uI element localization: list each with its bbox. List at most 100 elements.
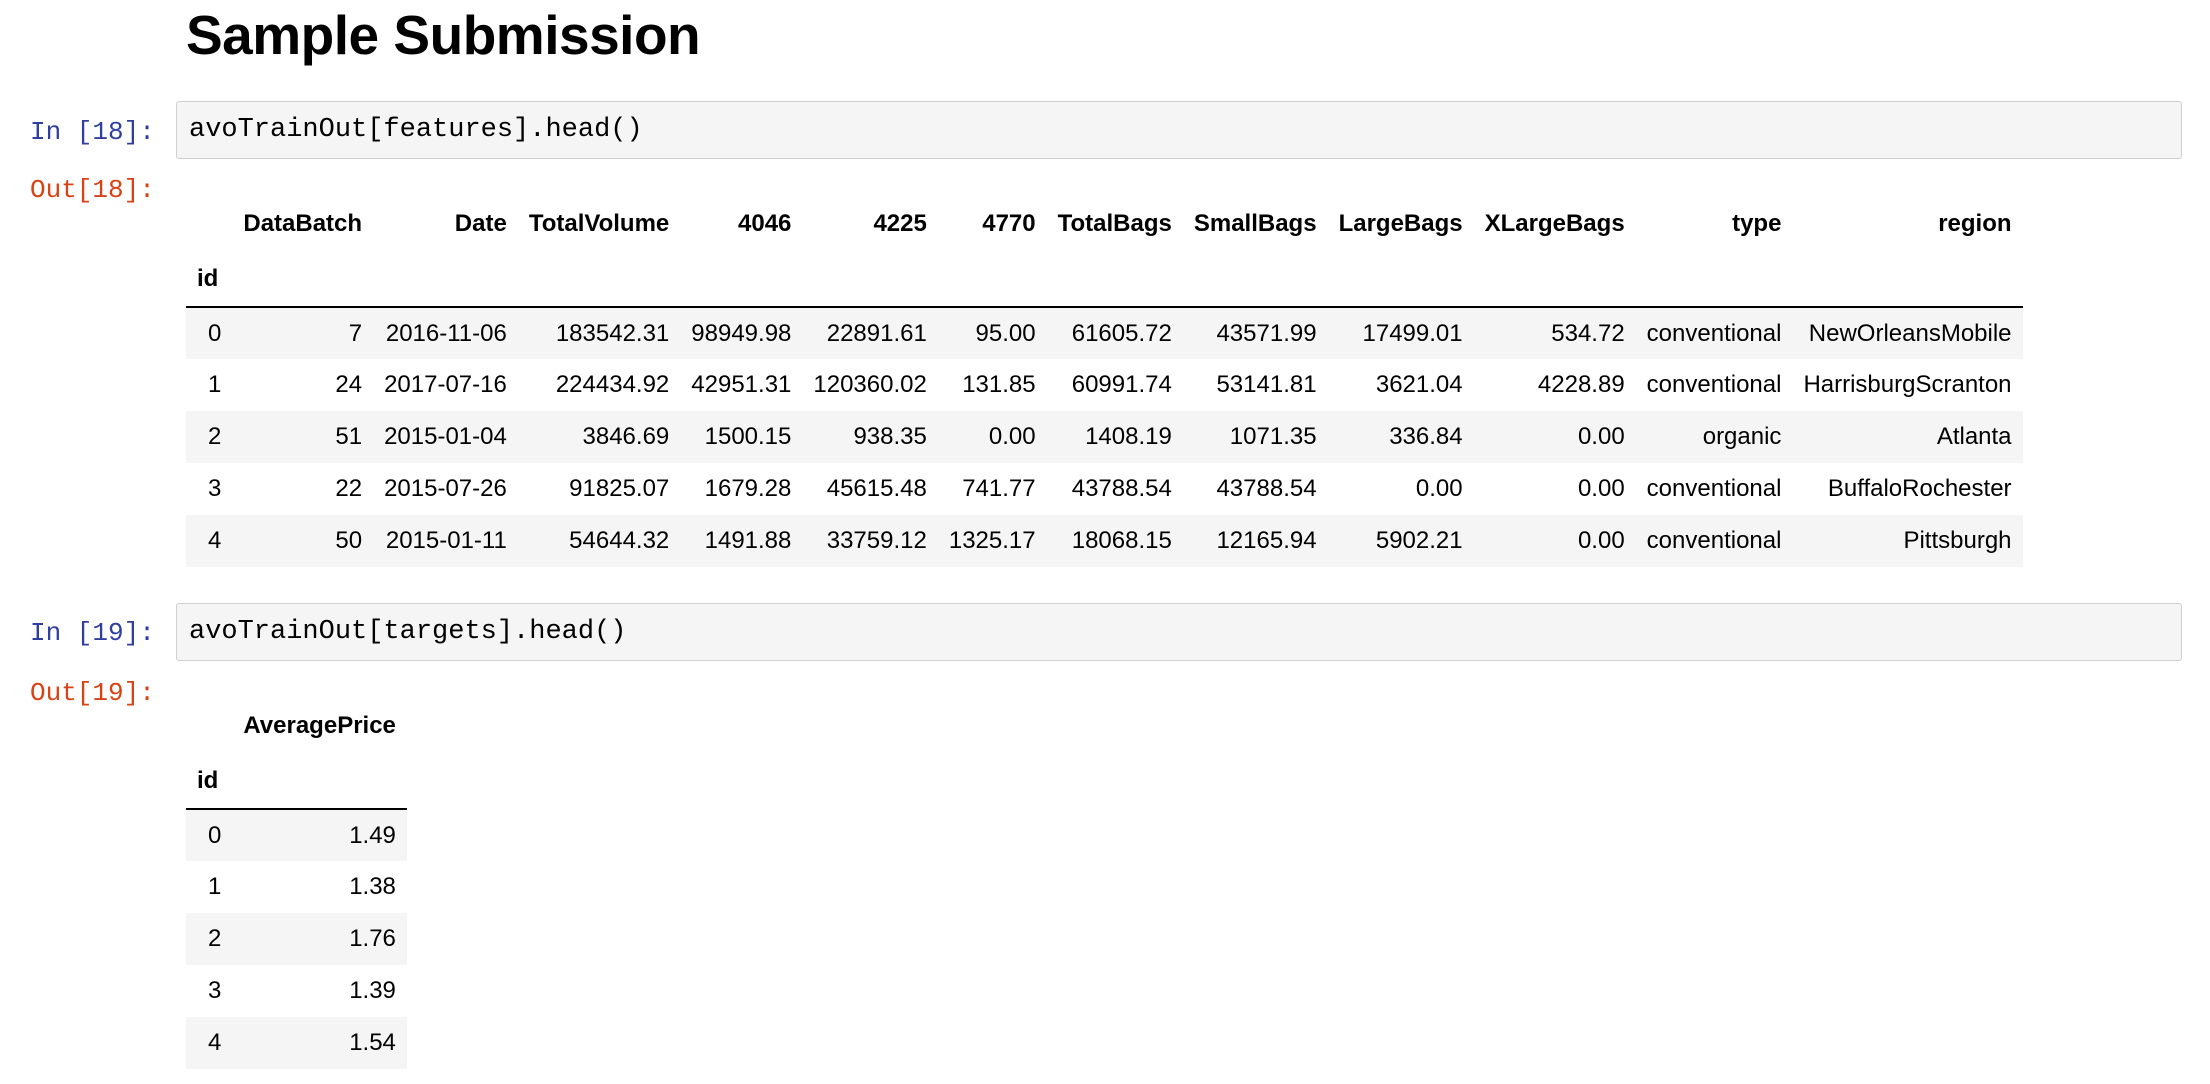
- table-cell: 43788.54: [1071, 475, 1172, 502]
- table-cell: 18068.15: [1071, 527, 1172, 554]
- index-name: id: [186, 252, 233, 308]
- table-cell: 1325.17: [948, 527, 1036, 554]
- table-cell: 1071.35: [1229, 423, 1317, 450]
- table-cell: 1.39: [349, 977, 396, 1004]
- table-cell: 1.38: [349, 873, 396, 900]
- table-row: 0 1.49: [186, 809, 407, 861]
- column-header: AveragePrice: [243, 712, 396, 739]
- column-header: LargeBags: [1338, 210, 1463, 237]
- table-cell: 17499.01: [1362, 319, 1463, 347]
- table-cell: 42951.31: [691, 371, 792, 398]
- column-header: XLargeBags: [1484, 210, 1625, 237]
- table-cell: 0.00: [988, 423, 1036, 450]
- table-cell: 1491.88: [704, 527, 792, 554]
- table-cell: NewOrleansMobile: [1808, 319, 2012, 347]
- dataframe-features: DataBatch Date TotalVolume 4046 4225 4770 Tota…: [186, 196, 2023, 567]
- table-row: 4 50 2015-01-11 54644.32 1491.88 33759.12 1325…: [186, 515, 2023, 567]
- table-cell: 22: [335, 475, 363, 502]
- table-cell: 53141.81: [1216, 371, 1317, 398]
- index-row-blank: [1327, 252, 1474, 308]
- table-cell: 60991.74: [1071, 371, 1172, 398]
- index-row-blank: [1182, 252, 1328, 308]
- column-header: 4046: [738, 210, 792, 237]
- index-row-blank: [517, 252, 681, 308]
- out-prompt-18: Out[18]:: [30, 175, 155, 205]
- table-cell: 43571.99: [1216, 319, 1317, 347]
- row-index: 3: [208, 475, 222, 502]
- column-header: SmallBags: [1193, 210, 1317, 237]
- table-cell: conventional: [1646, 475, 1782, 502]
- table-cell: 45615.48: [826, 475, 927, 502]
- table-cell: 98949.98: [691, 319, 792, 347]
- column-header: TotalVolume: [528, 210, 670, 237]
- table-cell: organic: [1702, 423, 1782, 450]
- table-cell: 0.00: [1577, 475, 1625, 502]
- table-cell: 5902.21: [1375, 527, 1463, 554]
- table-cell: 43788.54: [1216, 475, 1317, 502]
- table-cell: HarrisburgScranton: [1803, 371, 2012, 398]
- code-input-19[interactable]: avoTrainOut[targets].head(): [176, 603, 2182, 661]
- table-cell: 0.00: [1577, 423, 1625, 450]
- code-text-19[interactable]: avoTrainOut[targets].head(): [189, 617, 626, 647]
- table-cell: 1500.15: [704, 423, 792, 450]
- table-cell: 2015-07-26: [384, 475, 507, 502]
- table-cell: Atlanta: [1936, 423, 2012, 450]
- row-index: 4: [208, 527, 222, 554]
- table-cell: 938.35: [853, 423, 927, 450]
- dataframe-targets: AveragePrice id 0 1.49 1 1.38 2 1.76 3 1.39 4 1.54: [186, 698, 407, 1069]
- table-cell: 3621.04: [1375, 371, 1463, 398]
- table-cell: Pittsburgh: [1903, 527, 2012, 554]
- table-cell: conventional: [1646, 371, 1782, 398]
- table-cell: 336.84: [1389, 423, 1463, 450]
- table-row: 4 1.54: [186, 1017, 407, 1069]
- table-cell: 7: [348, 319, 363, 347]
- table-cell: 22891.61: [826, 319, 927, 347]
- table-row: 2 1.76: [186, 913, 407, 965]
- table-cell: 2016-11-06: [385, 319, 507, 347]
- table-cell: BuffaloRochester: [1827, 475, 2012, 502]
- header-blank: [186, 196, 232, 252]
- index-name: id: [186, 754, 233, 810]
- in-prompt-19: In [19]:: [30, 618, 155, 648]
- index-row-blank: [232, 252, 374, 308]
- column-header: TotalBags: [1057, 210, 1172, 237]
- in-prompt-18: In [18]:: [30, 117, 155, 147]
- code-input-18[interactable]: avoTrainOut[features].head(): [176, 101, 2182, 159]
- row-index: 0: [208, 821, 222, 849]
- header-blank: [186, 698, 232, 754]
- table-cell: 91825.07: [569, 475, 670, 502]
- code-text-18[interactable]: avoTrainOut[features].head(): [189, 115, 643, 145]
- row-index: 1: [208, 371, 222, 398]
- table-cell: 0.00: [1415, 475, 1463, 502]
- table-row: 3 1.39: [186, 965, 407, 1017]
- table-cell: 2015-01-04: [384, 423, 507, 450]
- table-cell: 95.00: [975, 319, 1036, 347]
- row-index: 4: [208, 1029, 222, 1056]
- table-cell: 183542.31: [555, 319, 670, 347]
- column-header: region: [1938, 210, 2012, 237]
- column-header-row: AveragePrice: [186, 698, 407, 754]
- table-cell: 51: [335, 423, 363, 450]
- index-row-blank: [680, 252, 803, 308]
- index-name-row: id: [186, 754, 407, 810]
- index-row-blank: [1473, 252, 1636, 308]
- index-row-blank: [373, 252, 518, 308]
- table-cell: conventional: [1646, 319, 1782, 347]
- table-cell: 61605.72: [1071, 319, 1172, 347]
- row-index: 2: [208, 423, 222, 450]
- table-cell: 33759.12: [826, 527, 927, 554]
- table-cell: 1408.19: [1085, 423, 1172, 450]
- column-header-row: DataBatch Date TotalVolume 4046 4225 4770 Tota…: [186, 196, 2023, 252]
- table-cell: 224434.92: [555, 371, 670, 398]
- table-cell: 741.77: [962, 475, 1036, 502]
- index-row-blank: [1046, 252, 1183, 308]
- index-name-row: id: [186, 252, 2023, 308]
- table-cell: 54644.32: [569, 527, 670, 554]
- table-cell: 534.72: [1551, 319, 1625, 347]
- table-row: 2 51 2015-01-04 3846.69 1500.15 938.35 0.00 140…: [186, 411, 2023, 463]
- row-index: 1: [208, 873, 222, 900]
- row-index: 2: [208, 925, 222, 952]
- index-row-blank: [232, 754, 407, 810]
- table-row: 1 1.38: [186, 861, 407, 913]
- row-index: 0: [208, 319, 222, 347]
